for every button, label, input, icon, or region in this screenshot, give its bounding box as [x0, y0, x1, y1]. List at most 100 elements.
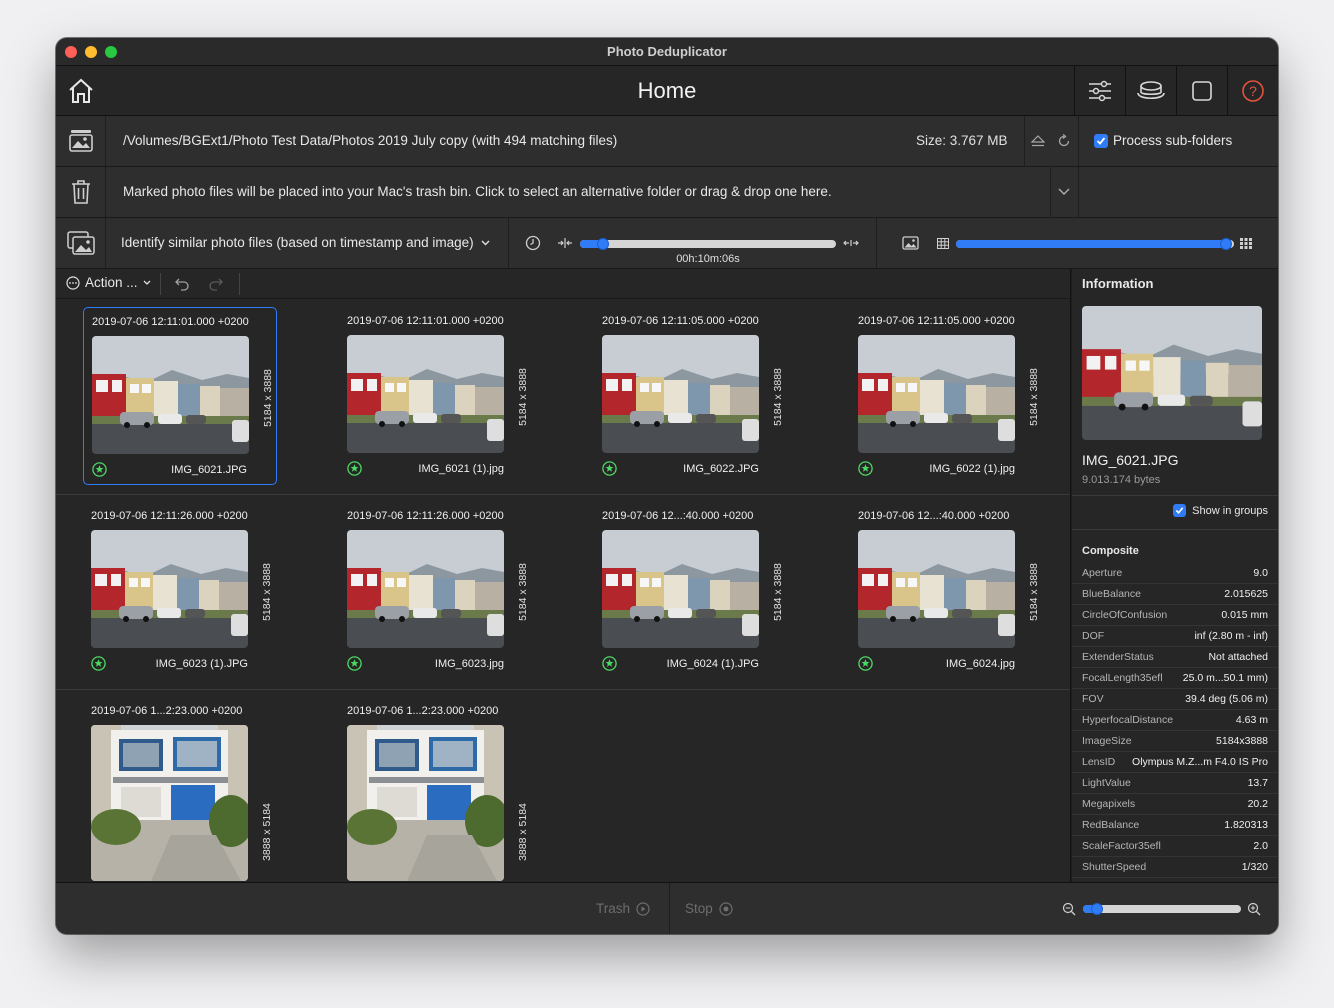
coarse-grid-icon: [932, 232, 954, 254]
photo-thumbnail[interactable]: [858, 530, 1015, 648]
photo-thumbnail[interactable]: [91, 530, 248, 648]
window-title: Photo Deduplicator: [607, 44, 727, 59]
metadata-key: LensID: [1082, 756, 1116, 768]
keep-star-icon[interactable]: [858, 656, 873, 671]
show-in-groups-toggle[interactable]: Show in groups: [1173, 504, 1268, 517]
redo-icon[interactable]: [208, 277, 224, 296]
trash-destination-text[interactable]: Marked photo files will be placed into y…: [123, 184, 832, 199]
photo-timestamp: 2019-07-06 12:11:26.000 +0200: [91, 510, 248, 522]
photo-dimensions: 5184 x 3888: [1028, 368, 1040, 426]
metadata-row: RedBalance 1.820313: [1072, 815, 1278, 836]
metadata-value: 1.820313: [1224, 819, 1268, 831]
refresh-icon[interactable]: [1053, 130, 1075, 152]
photo-library-icon: [56, 116, 106, 166]
image-icon: [899, 232, 921, 254]
action-menu-label: Action ...: [85, 275, 138, 290]
trash-icon: [56, 167, 106, 217]
mode-dropdown[interactable]: Identify similar photo files (based on t…: [121, 235, 490, 250]
metadata-value: 25.0 m...50.1 mm): [1182, 672, 1268, 684]
metadata-row: BlueBalance 2.015625: [1072, 584, 1278, 605]
photo-cell[interactable]: 2019-07-06 12:11:26.000 +0200 5184 x 388…: [339, 502, 533, 680]
photo-filename: IMG_6023 (1).JPG: [155, 658, 248, 670]
photo-cell[interactable]: 2019-07-06 12:11:01.000 +0200 5184 x 388…: [83, 307, 277, 485]
app-window: Photo Deduplicator Home ? /Volumes/BGExt: [56, 38, 1278, 934]
keep-star-icon[interactable]: [92, 462, 107, 477]
mode-label: Identify similar photo files (based on t…: [121, 235, 474, 250]
zoom-in-icon[interactable]: [1247, 902, 1261, 921]
photo-cell[interactable]: 2019-07-06 12:11:05.000 +0200 5184 x 388…: [850, 307, 1044, 485]
metadata-row: FOV 39.4 deg (5.06 m): [1072, 689, 1278, 710]
metadata-row: Megapixels 20.2: [1072, 794, 1278, 815]
metadata-key: Megapixels: [1082, 798, 1136, 810]
metadata-key: ExtenderStatus: [1082, 651, 1154, 663]
similarity-slider[interactable]: [956, 238, 1234, 250]
keep-star-icon[interactable]: [858, 461, 873, 476]
photo-timestamp: 2019-07-06 1...2:23.000 +0200: [91, 705, 243, 717]
keep-star-icon[interactable]: [602, 656, 617, 671]
keep-star-icon[interactable]: [91, 656, 106, 671]
duplicate-group: 2019-07-06 1...2:23.000 +0200 3888 x 518…: [56, 690, 1070, 882]
help-icon[interactable]: ?: [1227, 66, 1278, 116]
stop-button[interactable]: Stop: [685, 901, 733, 916]
eject-icon[interactable]: [1027, 130, 1049, 152]
photo-thumbnail[interactable]: [347, 335, 504, 453]
photo-timestamp: 2019-07-06 12...:40.000 +0200: [602, 510, 754, 522]
svg-text:?: ?: [1249, 83, 1257, 99]
photo-thumbnail[interactable]: [602, 335, 759, 453]
photo-thumbnail[interactable]: [347, 725, 504, 881]
photo-timestamp: 2019-07-06 12:11:05.000 +0200: [858, 315, 1015, 327]
metadata-value: 4.63 m: [1235, 714, 1268, 726]
duplicate-group: 2019-07-06 12:11:26.000 +0200 5184 x 388…: [56, 495, 1070, 690]
photo-cell[interactable]: 2019-07-06 12...:40.000 +0200 5184 x 388…: [594, 502, 788, 680]
metadata-key: BlueBalance: [1082, 588, 1141, 600]
photo-cell[interactable]: 2019-07-06 12:11:26.000 +0200 5184 x 388…: [83, 502, 277, 680]
keep-star-icon[interactable]: [347, 461, 362, 476]
source-folder-row[interactable]: /Volumes/BGExt1/Photo Test Data/Photos 2…: [56, 116, 1278, 167]
action-menu-button[interactable]: Action ...: [66, 275, 151, 290]
metadata-value: 20.2: [1247, 798, 1268, 810]
photo-cell[interactable]: 2019-07-06 12:11:05.000 +0200 5184 x 388…: [594, 307, 788, 485]
zoom-out-icon[interactable]: [1062, 902, 1076, 921]
database-icon[interactable]: [1125, 66, 1176, 116]
metadata-value: 0.015 mm: [1221, 609, 1268, 621]
photo-grid-panel: Action ... 2019-07-06 12:11:01.000 +0200…: [56, 269, 1071, 882]
stop-icon: [719, 901, 733, 916]
metadata-key: FocalLength35efl: [1082, 672, 1163, 684]
process-subfolders-label[interactable]: Process sub-folders: [1113, 133, 1232, 148]
undo-icon[interactable]: [174, 277, 190, 296]
photo-cell[interactable]: 2019-07-06 1...2:23.000 +0200 3888 x 518…: [339, 697, 533, 875]
metadata-value: Olympus M.Z...m F4.0 IS Pro: [1132, 756, 1268, 768]
narrow-time-icon: [554, 232, 576, 254]
trash-button[interactable]: Trash: [596, 901, 650, 916]
time-window-slider[interactable]: [580, 238, 836, 250]
show-in-groups-checkbox[interactable]: [1173, 504, 1187, 517]
metadata-key: ScaleFactor35efl: [1082, 840, 1161, 852]
metadata-key: FOV: [1082, 693, 1104, 705]
bottom-bar: Trash Stop: [56, 882, 1278, 934]
metadata-value: 2.0: [1253, 840, 1268, 852]
photo-thumbnail[interactable]: [602, 530, 759, 648]
action-bar: Action ...: [56, 269, 1070, 299]
metadata-key: HyperfocalDistance: [1082, 714, 1174, 726]
window-square-icon[interactable]: [1176, 66, 1227, 116]
photo-thumbnail[interactable]: [91, 725, 248, 881]
information-filesize: 9.013.174 bytes: [1082, 474, 1161, 486]
photo-cell[interactable]: 2019-07-06 12:11:01.000 +0200 5184 x 388…: [339, 307, 533, 485]
zoom-slider[interactable]: [1083, 903, 1241, 915]
photo-thumbnail[interactable]: [858, 335, 1015, 453]
keep-star-icon[interactable]: [347, 656, 362, 671]
photo-cell[interactable]: 2019-07-06 1...2:23.000 +0200 3888 x 518…: [83, 697, 277, 875]
photo-thumbnail[interactable]: [92, 336, 249, 454]
process-subfolders-checkbox[interactable]: [1094, 134, 1108, 148]
chevron-down-icon[interactable]: [1053, 181, 1075, 203]
metadata-row: LensID Olympus M.Z...m F4.0 IS Pro: [1072, 752, 1278, 773]
settings-sliders-icon[interactable]: [1074, 66, 1125, 116]
metadata-value: 39.4 deg (5.06 m): [1185, 693, 1268, 705]
keep-star-icon[interactable]: [602, 461, 617, 476]
photo-thumbnail[interactable]: [347, 530, 504, 648]
source-path[interactable]: /Volumes/BGExt1/Photo Test Data/Photos 2…: [123, 133, 617, 148]
metadata-row: LightValue 13.7: [1072, 773, 1278, 794]
photo-dimensions: 5184 x 3888: [517, 368, 529, 426]
trash-destination-row[interactable]: Marked photo files will be placed into y…: [56, 167, 1278, 218]
photo-cell[interactable]: 2019-07-06 12...:40.000 +0200 5184 x 388…: [850, 502, 1044, 680]
